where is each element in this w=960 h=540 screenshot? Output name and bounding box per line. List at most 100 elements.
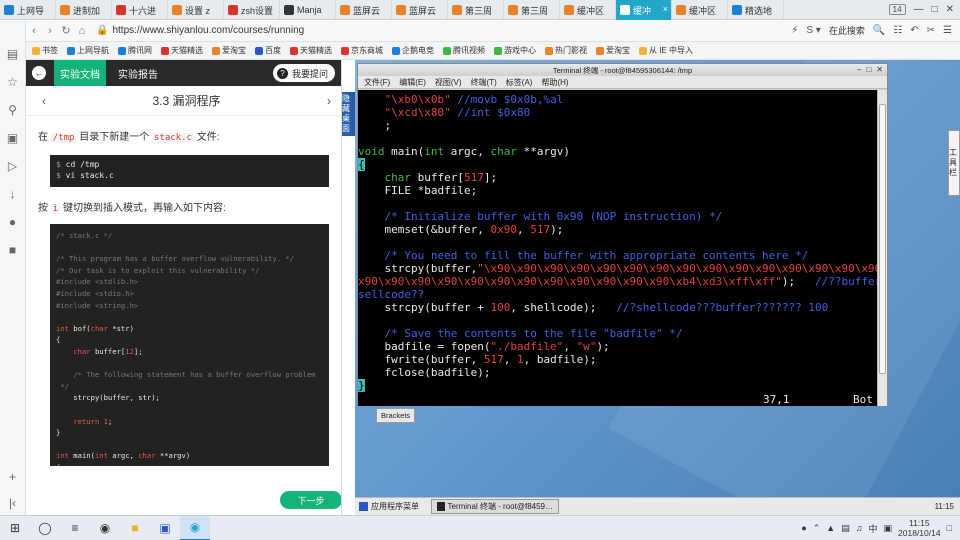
input-method-icon[interactable]: ▣ [884,523,893,534]
browser-tab[interactable]: 设置 z [168,0,224,20]
game-icon[interactable]: ■ [5,242,21,258]
browser-tab[interactable]: 十六进 [112,0,168,20]
prev-section-icon[interactable]: ‹ [42,94,46,108]
search-icon[interactable]: 🔍 [873,25,885,36]
maximize-icon[interactable]: □ [932,4,938,15]
bookmark-item[interactable]: 爱淘宝 [212,45,246,56]
volume-icon[interactable]: ♫ [856,523,863,533]
bookmark-item[interactable]: 百度 [255,45,281,56]
next-section-icon[interactable]: › [327,94,331,108]
undo-icon[interactable]: ↶ [910,25,918,36]
terminal-menu-item[interactable]: 视图(V) [435,77,462,88]
bookmark-item[interactable]: 爱淘宝 [596,45,630,56]
terminal-menu-item[interactable]: 编辑(E) [399,77,426,88]
bookmark-item[interactable]: 游戏中心 [494,45,536,56]
maximize-icon[interactable]: □ [866,65,871,74]
terminal-scrollbar[interactable] [877,90,887,406]
search-input[interactable]: 在此搜索 [829,24,865,37]
reader-icon[interactable]: ▤ [5,46,21,62]
tray-tencent-icon[interactable]: ● [801,523,806,533]
menu-icon[interactable]: ☰ [943,25,952,36]
browser-taskbar-icon[interactable]: ◉ [180,515,210,540]
tray-app-icon[interactable]: ▲ [826,523,835,533]
tray-hidden-icons[interactable]: ⌃ [813,523,821,534]
browser-tab[interactable]: 缓冲 × [616,0,672,20]
vm-window-button-terminal[interactable]: Terminal 终端 - root@f8459… [431,499,559,514]
bookmark-item[interactable]: 京东商城 [341,45,383,56]
collapse-sidebar-icon[interactable]: |‹ [5,495,21,511]
browser-tab[interactable]: 蓝屏云 [336,0,392,20]
bookmark-item[interactable]: 从 IE 中导入 [639,45,693,56]
browser-tab[interactable]: 进制加 [56,0,112,20]
browser-tab[interactable]: 上网导 [0,0,56,20]
star-icon[interactable]: ☆ [5,74,21,90]
tab-favicon-icon [396,5,406,15]
notifications-icon[interactable]: □ [947,523,952,533]
terminal-menu-item[interactable]: 标签(A) [506,77,533,88]
chat-icon[interactable]: ● [5,214,21,230]
bookmark-item[interactable]: 腾讯视频 [443,45,485,56]
home-icon[interactable]: ⌂ [74,25,90,37]
windows-start-icon[interactable]: ⊞ [0,516,30,540]
terminal-menu-item[interactable]: 帮助(H) [541,77,568,88]
task-view-icon[interactable]: ◯ [30,516,60,540]
lightning-icon[interactable]: ⚡ [791,25,798,36]
file-explorer-icon[interactable]: ■ [120,516,150,540]
minimize-icon[interactable]: — [914,4,924,15]
bookmark-item[interactable]: 上网导航 [67,45,109,56]
input-language[interactable]: 中 [868,522,877,535]
terminal-content[interactable]: "\xb0\x0b" //movb $0x0b,%al "\xcd\x80" /… [358,90,878,406]
tab-lab-docs[interactable]: 实验文档 [54,60,106,86]
add-icon[interactable]: + [5,469,21,485]
network-icon[interactable]: ▤ [841,523,850,534]
tab-favicon-icon [452,5,462,15]
scrollbar-thumb[interactable] [879,104,886,374]
close-icon[interactable]: ✕ [876,65,883,74]
terminal-menu-item[interactable]: 文件(F) [364,77,390,88]
bookmark-item[interactable]: 书签 [32,45,58,56]
search-icon[interactable]: ⚲ [5,102,21,118]
browser-tab[interactable]: 第三周 [448,0,504,20]
browser-tab[interactable]: 精选地 [728,0,784,20]
browser-tab[interactable]: 缓冲区 [560,0,616,20]
download-icon[interactable]: ↓ [5,186,21,202]
bookmark-item[interactable]: 天猫精选 [290,45,332,56]
bookmark-item[interactable]: 热门影视 [545,45,587,56]
hide-desktop-tab[interactable]: 隐藏桌面 [342,92,355,136]
instruction-paragraph-1: 在 /tmp 目录下新建一个 stack.c 文件: [26,116,341,149]
close-icon[interactable]: ✕ [946,4,954,15]
browser-tab[interactable]: Manja [280,0,336,20]
history-icon[interactable]: ▣ [5,130,21,146]
scissors-icon[interactable]: ✂ [927,25,935,36]
bookmark-item[interactable]: 天猫精选 [161,45,203,56]
apps-icon[interactable]: ☷ [893,25,902,36]
browser-tab[interactable]: 蓝屏云 [392,0,448,20]
url-field[interactable]: 🔒 https://www.shiyanlou.com/courses/runn… [96,25,636,36]
brackets-desktop-icon[interactable]: Brackets [376,408,416,423]
tab-lab-report[interactable]: 实验报告 [112,60,164,86]
toolbar-widget[interactable]: 工具栏 [948,130,960,196]
back-arrow-icon[interactable]: ← [32,66,46,80]
tab-count-badge[interactable]: 14 [888,4,906,15]
applications-menu[interactable]: 应用程序菜单 [355,501,425,512]
forward-icon[interactable]: › [42,25,58,37]
taskbar-app-icon[interactable]: ◉ [90,516,120,540]
close-tab-icon[interactable]: × [663,4,668,14]
browser-tab[interactable]: 第三周 [504,0,560,20]
terminal-menu-item[interactable]: 终端(T) [471,77,497,88]
browser-tab[interactable]: 缓冲区 [672,0,728,20]
bookmark-item[interactable]: 企鹅电竞 [392,45,434,56]
system-clock[interactable]: 11:15 2018/10/14 [898,518,941,538]
bookmark-item[interactable]: 腾讯网 [118,45,152,56]
search-dropdown-icon[interactable]: S ▾ [806,25,820,36]
next-step-button[interactable]: 下一步 [280,491,341,509]
minimize-icon[interactable]: – [857,65,861,74]
browser-tab[interactable]: zsh设置 [224,0,280,20]
taskbar-app-icon[interactable]: ▣ [150,516,180,540]
tab-favicon-icon [284,5,294,15]
ask-question-button[interactable]: ? 我要提问 [272,64,335,82]
back-icon[interactable]: ‹ [26,25,42,37]
taskbar-app-icon[interactable]: ≡ [60,516,90,540]
refresh-icon[interactable]: ↻ [58,24,74,37]
video-icon[interactable]: ▷ [5,158,21,174]
